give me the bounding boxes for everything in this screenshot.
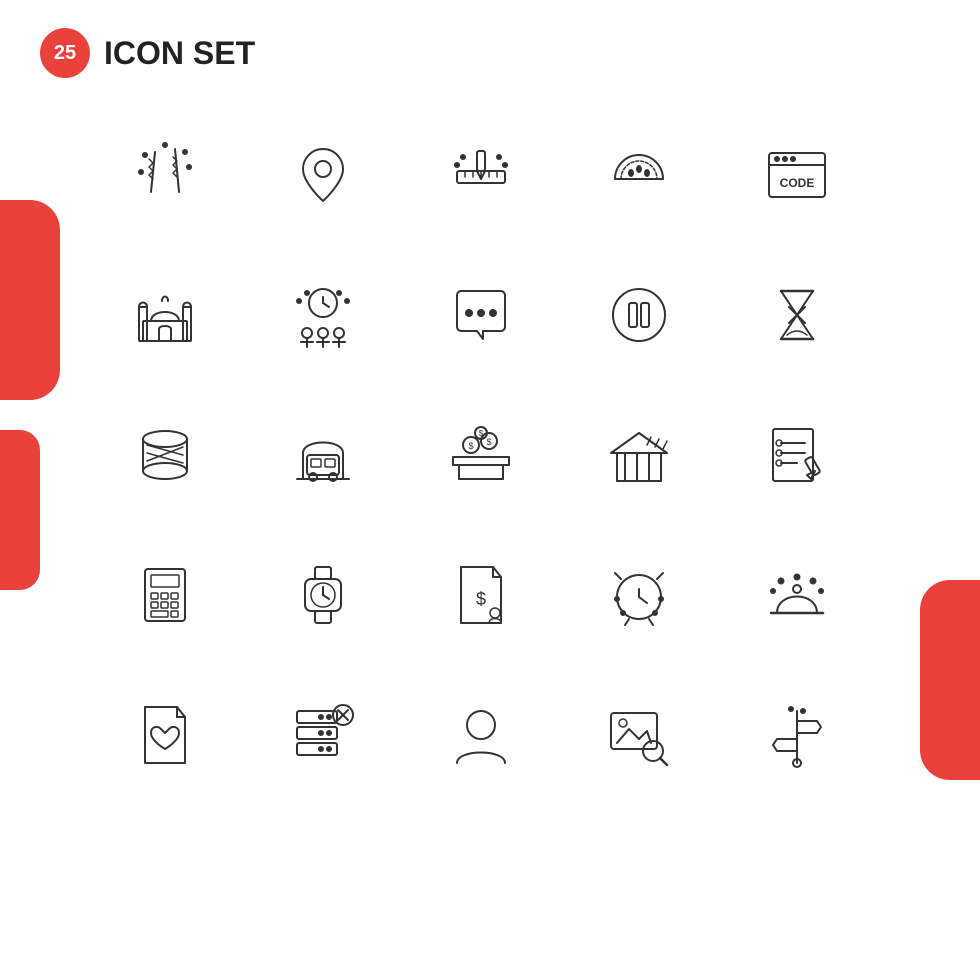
contract-icon: $ xyxy=(416,530,546,660)
signpost-icon xyxy=(732,670,862,800)
tool-pen-icon xyxy=(416,110,546,240)
page-title: ICON SET xyxy=(104,35,255,72)
thread-spool-icon xyxy=(100,390,230,520)
user-icon xyxy=(416,670,546,800)
location-pin-icon xyxy=(258,110,388,240)
mosque-icon xyxy=(100,250,230,380)
subway-icon xyxy=(258,390,388,520)
svg-text:$: $ xyxy=(486,437,491,447)
decoration-right-top xyxy=(920,580,980,780)
header: 25 ICON SET xyxy=(40,28,255,78)
watermelon-icon xyxy=(574,110,704,240)
pause-circle-icon xyxy=(574,250,704,380)
code-window-icon: CODE xyxy=(732,110,862,240)
server-error-icon xyxy=(258,670,388,800)
smartwatch-icon xyxy=(258,530,388,660)
decoration-left-bottom xyxy=(0,430,40,590)
checklist-icon xyxy=(732,390,862,520)
image-search-icon xyxy=(574,670,704,800)
decoration-left-top xyxy=(0,200,60,400)
hourglass-icon xyxy=(732,250,862,380)
chat-bubbles-icon xyxy=(416,250,546,380)
fireworks-icon xyxy=(100,110,230,240)
svg-text:CODE: CODE xyxy=(780,176,815,190)
calculator-icon xyxy=(100,530,230,660)
svg-text:$: $ xyxy=(468,441,473,451)
svg-text:$: $ xyxy=(476,589,486,609)
team-clock-icon xyxy=(258,250,388,380)
bank-icon xyxy=(574,390,704,520)
badge-number: 25 xyxy=(40,28,90,78)
food-tray-icon xyxy=(732,530,862,660)
alarm-clock-icon xyxy=(574,530,704,660)
svg-text:$: $ xyxy=(479,429,484,438)
heart-file-icon xyxy=(100,670,230,800)
icon-grid: CODE xyxy=(100,110,880,800)
money-box-icon: $ $ $ xyxy=(416,390,546,520)
